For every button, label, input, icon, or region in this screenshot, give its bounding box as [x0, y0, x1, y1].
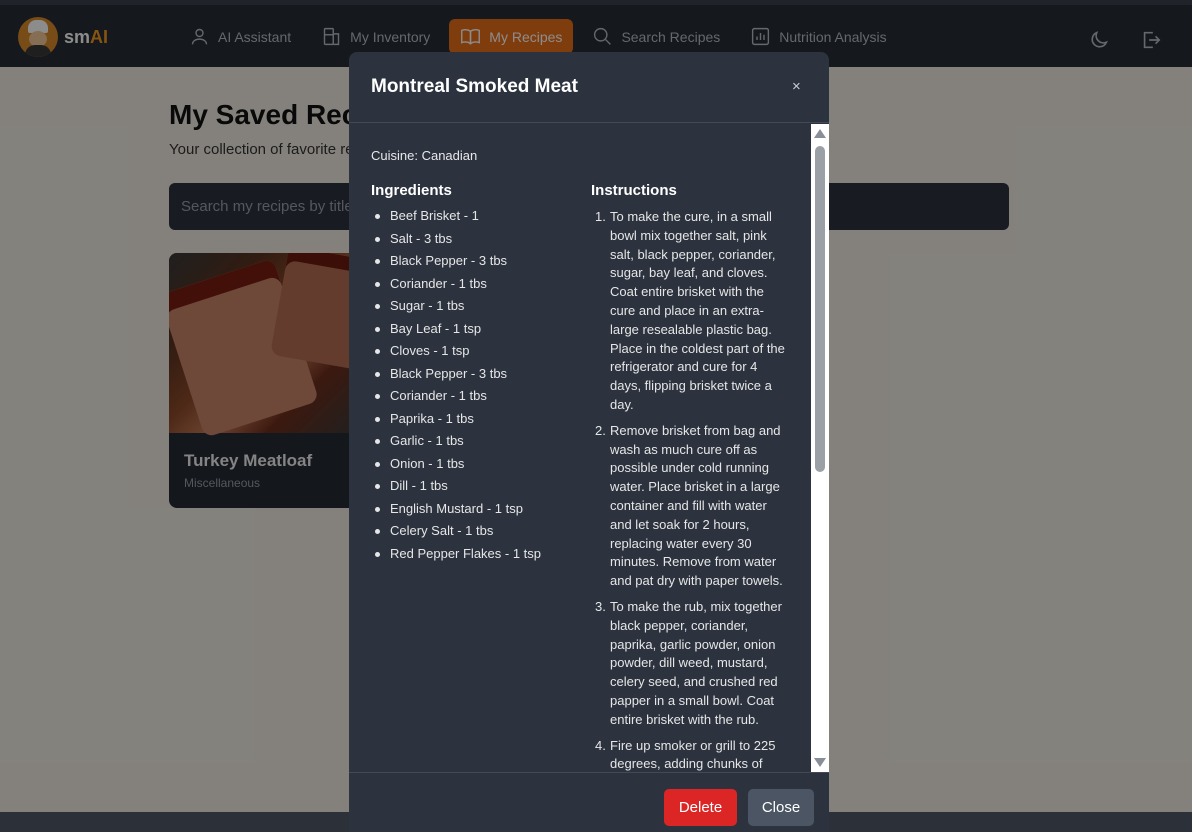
step-number: 2.	[595, 422, 606, 438]
instruction-step: 4. Fire up smoker or grill to 225 degree…	[591, 737, 791, 772]
step-text: To make the rub, mix together black pepp…	[610, 598, 782, 727]
step-text: To make the cure, in a small bowl mix to…	[610, 209, 785, 412]
instructions-heading: Instructions	[591, 182, 677, 199]
ingredient-item: Celery Salt - 1 tbs	[371, 523, 581, 546]
ingredient-item: Black Pepper - 3 tbs	[371, 366, 581, 389]
close-icon[interactable]: ×	[792, 78, 801, 95]
ingredient-item: Salt - 3 tbs	[371, 231, 581, 254]
ingredient-item: Coriander - 1 tbs	[371, 388, 581, 411]
modal-header: Montreal Smoked Meat ×	[349, 52, 829, 123]
modal-footer: Delete Close	[349, 772, 829, 832]
step-number: 4.	[595, 737, 606, 753]
ingredient-item: Sugar - 1 tbs	[371, 298, 581, 321]
instructions-list: 1. To make the cure, in a small bowl mix…	[591, 208, 791, 772]
ingredient-item: Onion - 1 tbs	[371, 456, 581, 479]
ingredient-item: Garlic - 1 tbs	[371, 433, 581, 456]
step-number: 3.	[595, 598, 606, 614]
ingredients-list: Beef Brisket - 1 Salt - 3 tbs Black Pepp…	[371, 208, 581, 568]
step-number: 1.	[595, 209, 606, 224]
modal-title: Montreal Smoked Meat	[371, 76, 578, 97]
delete-button[interactable]: Delete	[664, 789, 737, 826]
ingredients-heading: Ingredients	[371, 182, 452, 199]
scroll-down-arrow-icon[interactable]	[814, 758, 826, 767]
instruction-step: 2. Remove brisket from bag and wash as m…	[591, 422, 791, 591]
step-text: Fire up smoker or grill to 225 degrees, …	[610, 737, 776, 772]
step-text: Remove brisket from bag and wash as much…	[610, 422, 783, 589]
ingredient-item: Coriander - 1 tbs	[371, 276, 581, 299]
modal-scrollbar[interactable]	[811, 124, 829, 772]
close-button[interactable]: Close	[748, 789, 814, 826]
cuisine-label: Cuisine: Canadian	[371, 148, 478, 163]
modal-body[interactable]: Cuisine: Canadian Ingredients Instructio…	[349, 124, 811, 772]
ingredient-item: Red Pepper Flakes - 1 tsp	[371, 546, 581, 569]
scrollbar-thumb[interactable]	[815, 146, 825, 472]
ingredient-item: English Mustard - 1 tsp	[371, 501, 581, 524]
ingredient-item: Bay Leaf - 1 tsp	[371, 321, 581, 344]
ingredient-item: Black Pepper - 3 tbs	[371, 253, 581, 276]
ingredient-item: Cloves - 1 tsp	[371, 343, 581, 366]
ingredient-item: Paprika - 1 tbs	[371, 411, 581, 434]
ingredient-item: Beef Brisket - 1	[371, 208, 581, 231]
ingredient-item: Dill - 1 tbs	[371, 478, 581, 501]
instruction-step: 1. To make the cure, in a small bowl mix…	[591, 208, 791, 415]
recipe-detail-modal: Montreal Smoked Meat × Cuisine: Canadian…	[349, 52, 829, 832]
instruction-step: 3. To make the rub, mix together black p…	[591, 598, 791, 730]
scroll-up-arrow-icon[interactable]	[814, 129, 826, 138]
